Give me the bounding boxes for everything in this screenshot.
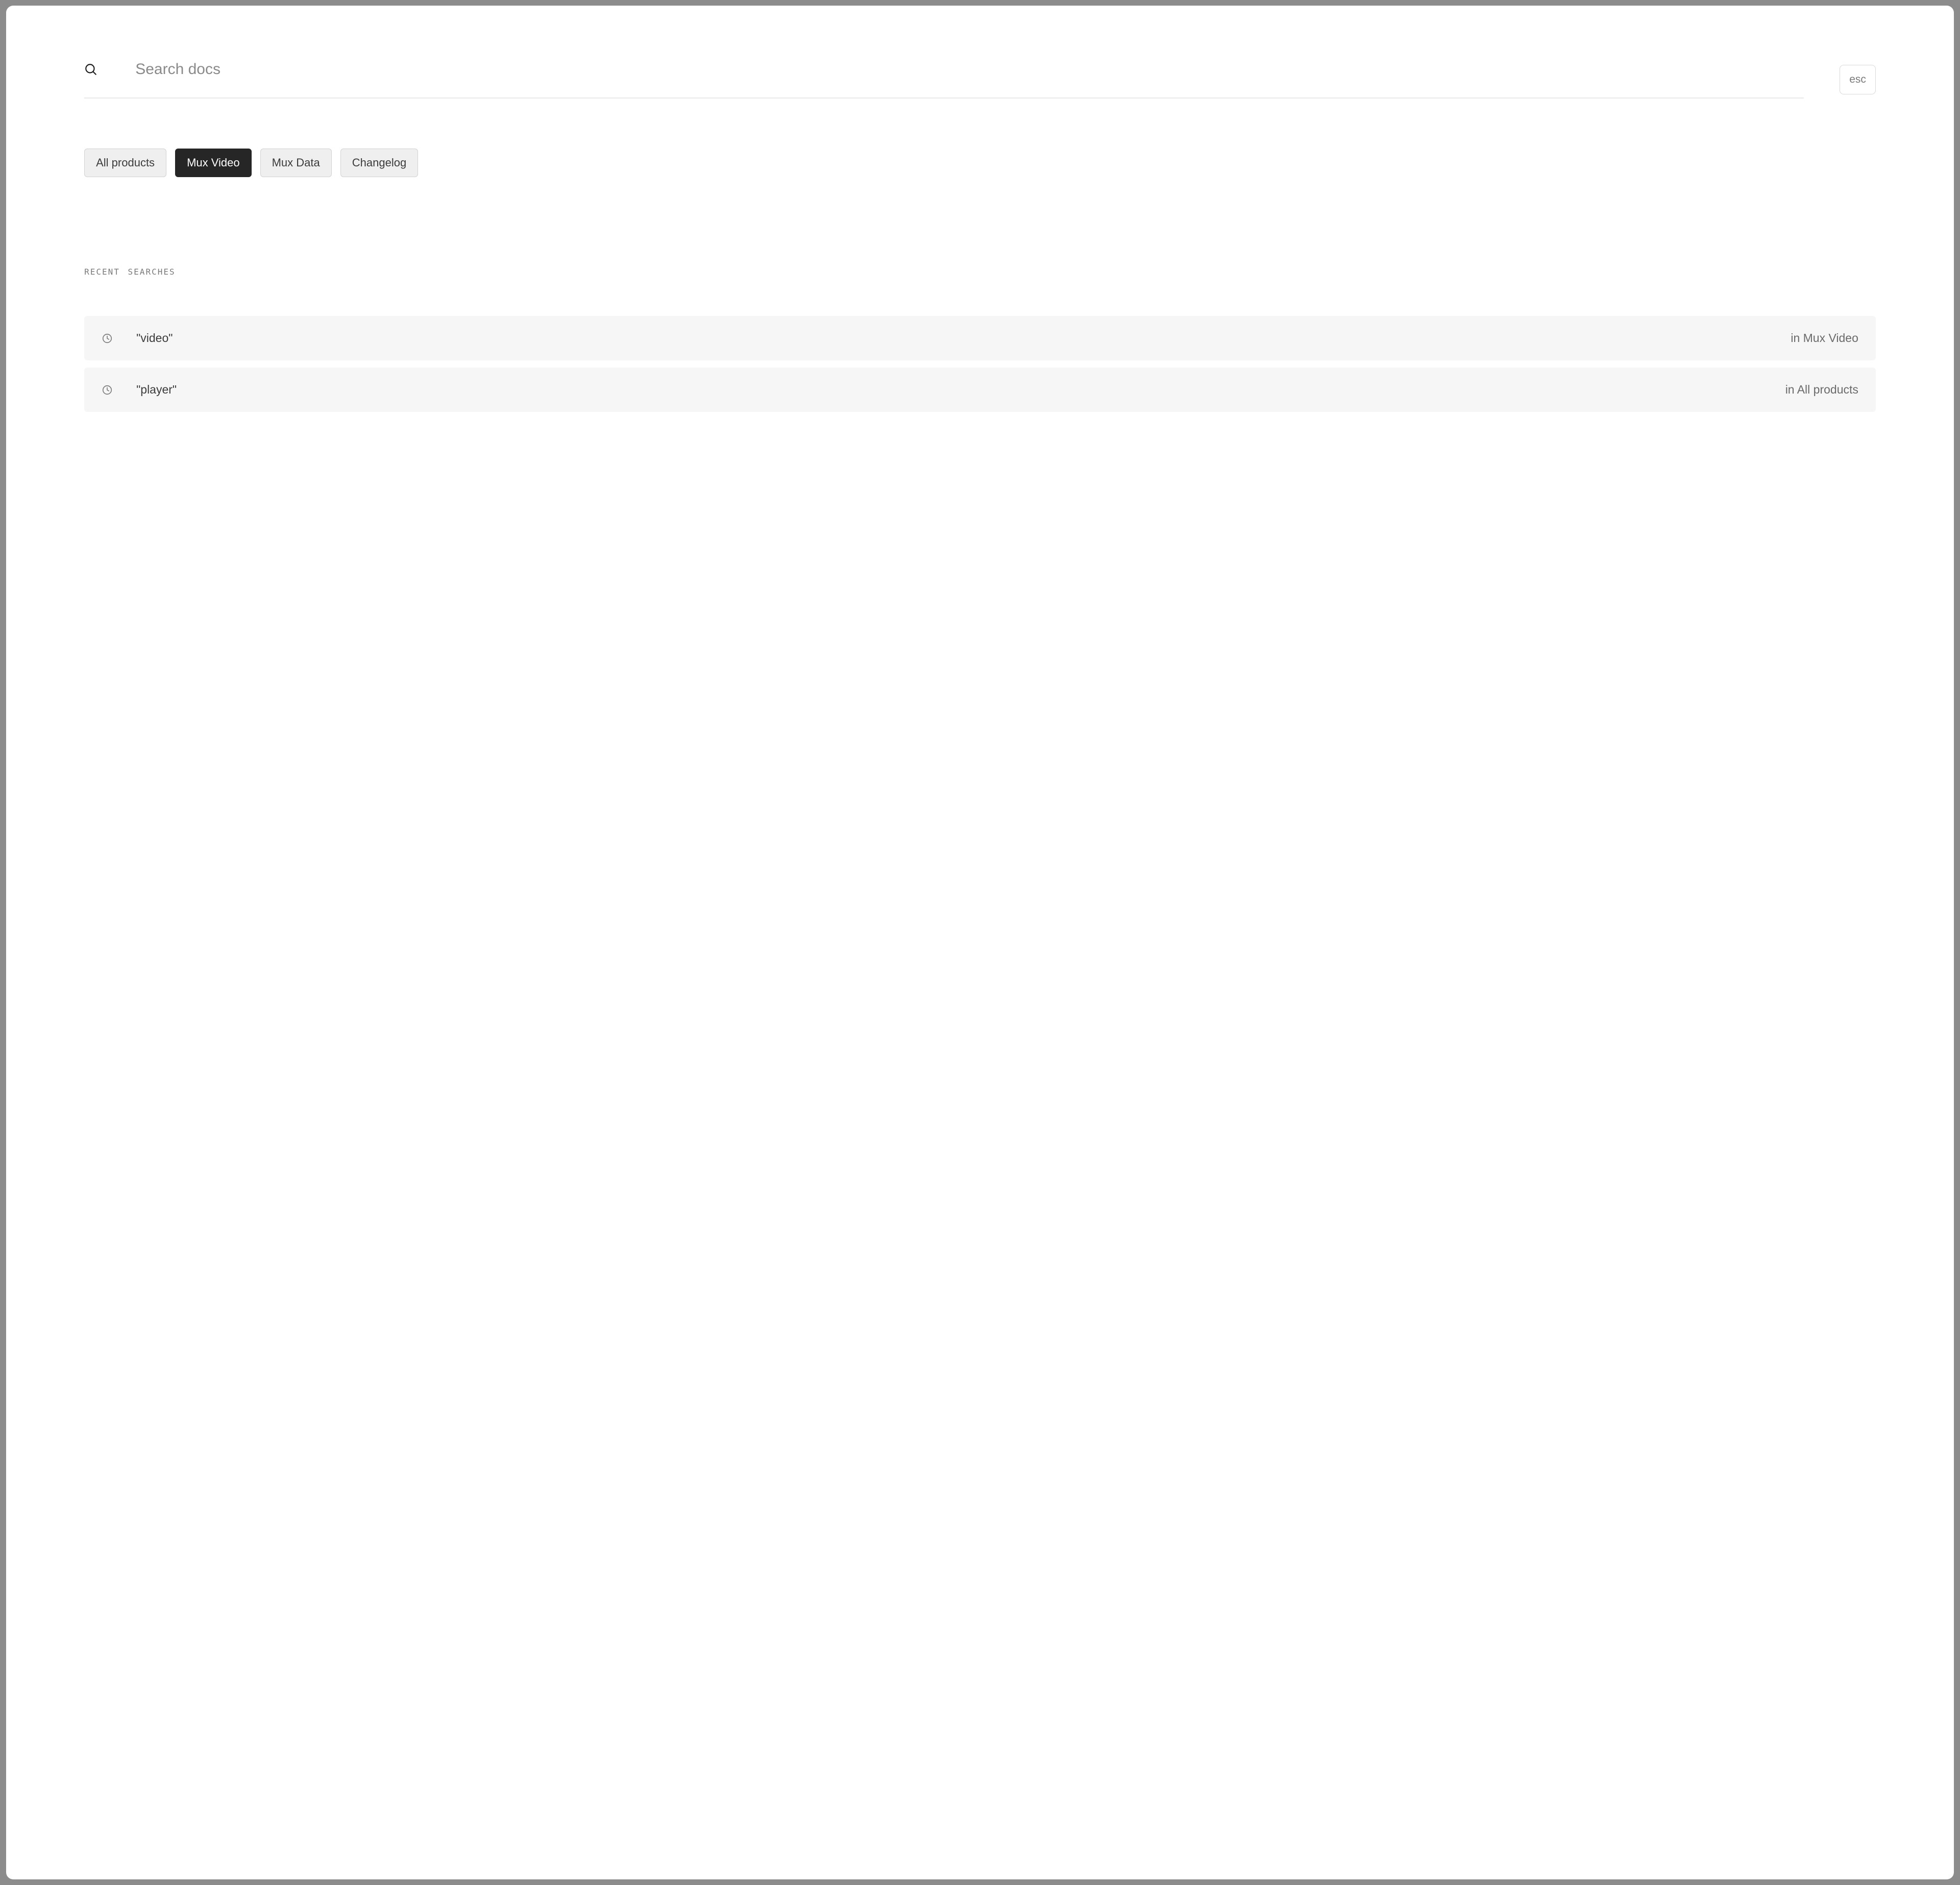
filter-mux-data[interactable]: Mux Data [260, 149, 332, 177]
recent-search-item[interactable]: "video" in Mux Video [84, 316, 1876, 360]
recent-search-query: "video" [136, 331, 1767, 345]
recent-search-scope: in All products [1785, 383, 1858, 397]
filter-all-products[interactable]: All products [84, 149, 166, 177]
filter-row: All products Mux Video Mux Data Changelo… [84, 149, 1876, 177]
search-input[interactable] [135, 61, 1804, 78]
recent-search-scope: in Mux Video [1791, 331, 1858, 345]
search-row: esc [84, 61, 1876, 99]
escape-button[interactable]: esc [1840, 65, 1876, 94]
clock-icon [102, 384, 113, 396]
clock-icon [102, 333, 113, 344]
recent-search-query: "player" [136, 383, 1762, 397]
search-icon [84, 63, 97, 76]
filter-changelog[interactable]: Changelog [340, 149, 418, 177]
search-area [84, 61, 1804, 99]
recent-search-item[interactable]: "player" in All products [84, 368, 1876, 412]
recent-searches-list: "video" in Mux Video "player" in All pro… [84, 316, 1876, 412]
filter-mux-video[interactable]: Mux Video [175, 149, 252, 177]
search-modal: esc All products Mux Video Mux Data Chan… [6, 6, 1954, 1879]
recent-searches-heading: Recent Searches [84, 267, 1876, 277]
